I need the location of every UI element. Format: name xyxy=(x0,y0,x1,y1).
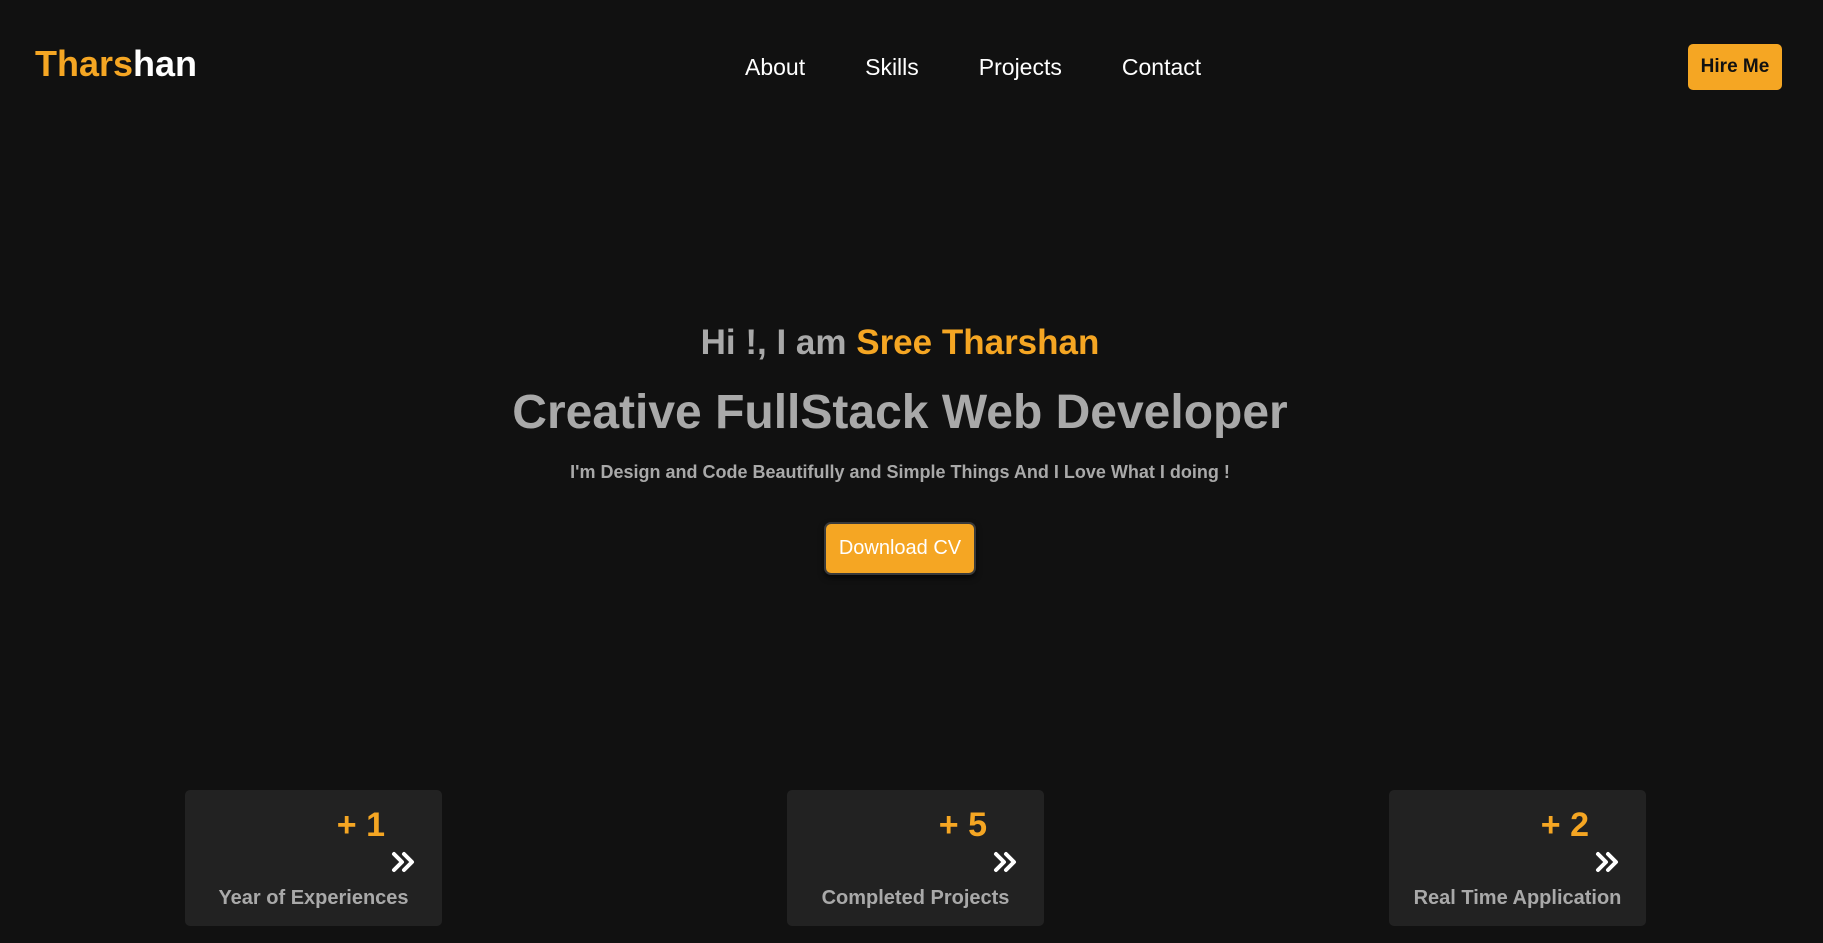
hero-tagline: I'm Design and Code Beautifully and Simp… xyxy=(570,462,1230,482)
stat-label: Year of Experiences xyxy=(218,887,409,909)
logo-accent-text: Thars xyxy=(35,43,134,84)
hero-greeting: Hi !, I am Sree Tharshan xyxy=(0,320,1800,366)
nav-link-skills[interactable]: Skills xyxy=(865,52,919,82)
download-cv-button[interactable]: Download CV xyxy=(824,522,976,575)
stat-label: Completed Projects xyxy=(821,887,1010,909)
logo-rest-text: han xyxy=(133,43,198,84)
greeting-prefix: Hi !, I am xyxy=(700,323,857,362)
stat-card-experience: + 1 Year of Experiences xyxy=(185,790,442,926)
stat-value: + 2 xyxy=(1540,806,1589,844)
stat-card-projects: + 5 Completed Projects xyxy=(787,790,1044,926)
hero-headline: Creative FullStack Web Developer xyxy=(512,386,1288,439)
double-chevron-right-icon xyxy=(1596,852,1618,872)
greeting-name: Sree Tharshan xyxy=(856,323,1100,362)
stat-value: + 5 xyxy=(938,806,987,844)
nav-link-about[interactable]: About xyxy=(745,52,805,82)
page: Tharshan About Skills Projects Contact H… xyxy=(0,0,1823,943)
stat-label: Real Time Application xyxy=(1413,887,1622,909)
main-nav: About Skills Projects Contact xyxy=(745,52,1201,82)
site-logo[interactable]: Tharshan xyxy=(35,44,197,84)
stat-value: + 1 xyxy=(336,806,385,844)
nav-link-projects[interactable]: Projects xyxy=(979,52,1062,82)
stat-card-applications: + 2 Real Time Application xyxy=(1389,790,1646,926)
nav-link-contact[interactable]: Contact xyxy=(1122,52,1201,82)
hero-section: Hi !, I am Sree Tharshan Creative FullSt… xyxy=(0,320,1800,575)
hire-me-button[interactable]: Hire Me xyxy=(1688,44,1782,90)
double-chevron-right-icon xyxy=(392,852,414,872)
double-chevron-right-icon xyxy=(994,852,1016,872)
